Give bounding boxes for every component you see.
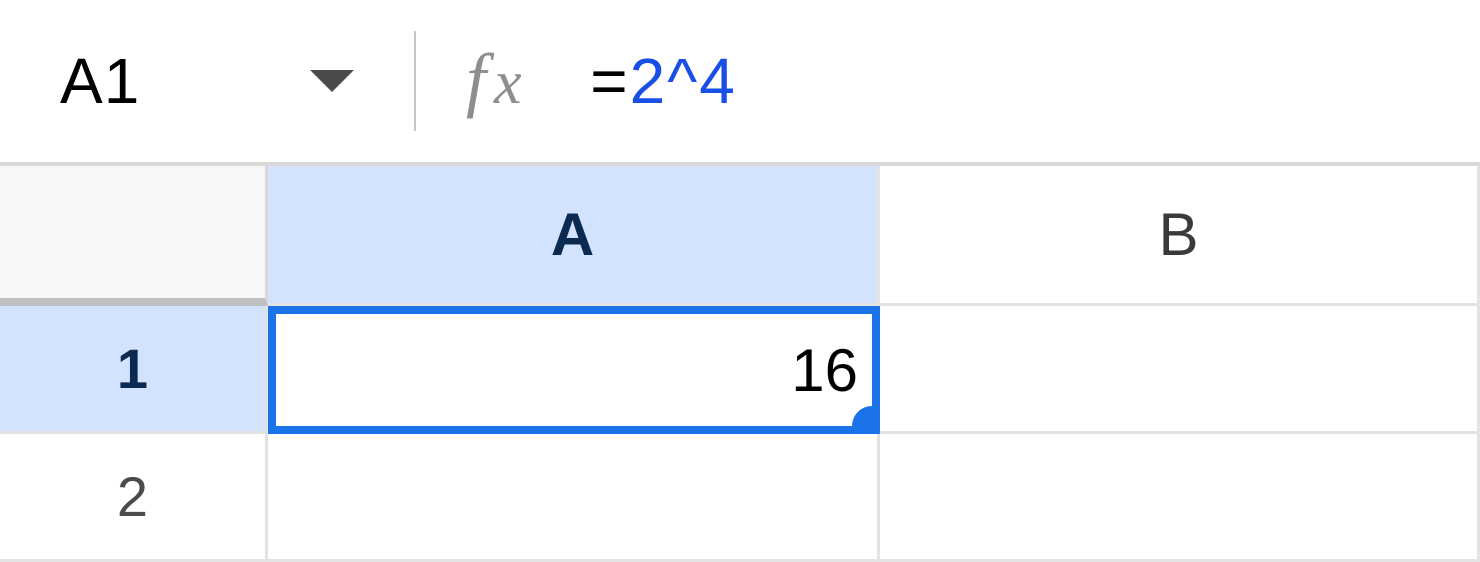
column-header-A[interactable]: A: [268, 166, 880, 306]
cell-A2[interactable]: [268, 434, 880, 562]
formula-input[interactable]: = 2 ^ 4: [590, 44, 737, 118]
column-header-label: A: [551, 200, 594, 269]
svg-text:x: x: [493, 49, 522, 117]
grid-row-1: 1 16: [0, 306, 1480, 434]
row-header-label: 2: [117, 464, 148, 529]
grid-row-2: 2: [0, 434, 1480, 562]
spreadsheet-grid: A B 1 16 2: [0, 162, 1480, 562]
formula-operand-1: 2: [630, 44, 668, 118]
column-header-B[interactable]: B: [880, 166, 1480, 306]
formula-bar: A1 f x = 2 ^ 4: [0, 0, 1480, 162]
name-box[interactable]: A1: [60, 44, 354, 118]
select-all-corner[interactable]: [0, 166, 268, 306]
formula-operand-2: 4: [699, 44, 737, 118]
cell-value: 16: [791, 336, 858, 405]
column-header-label: B: [1158, 200, 1198, 269]
formula-equals: =: [590, 44, 629, 118]
name-box-text: A1: [60, 44, 140, 118]
formula-caret-op: ^: [667, 44, 699, 118]
fx-icon: f x: [466, 36, 552, 126]
divider: [414, 31, 416, 131]
cell-A1[interactable]: 16: [268, 306, 880, 434]
cell-B1[interactable]: [880, 306, 1480, 434]
name-box-dropdown-icon[interactable]: [310, 70, 354, 92]
svg-text:f: f: [466, 39, 495, 119]
column-headers-row: A B: [0, 166, 1480, 306]
cell-B2[interactable]: [880, 434, 1480, 562]
row-header-label: 1: [117, 336, 148, 401]
row-header-1[interactable]: 1: [0, 306, 268, 434]
row-header-2[interactable]: 2: [0, 434, 268, 562]
